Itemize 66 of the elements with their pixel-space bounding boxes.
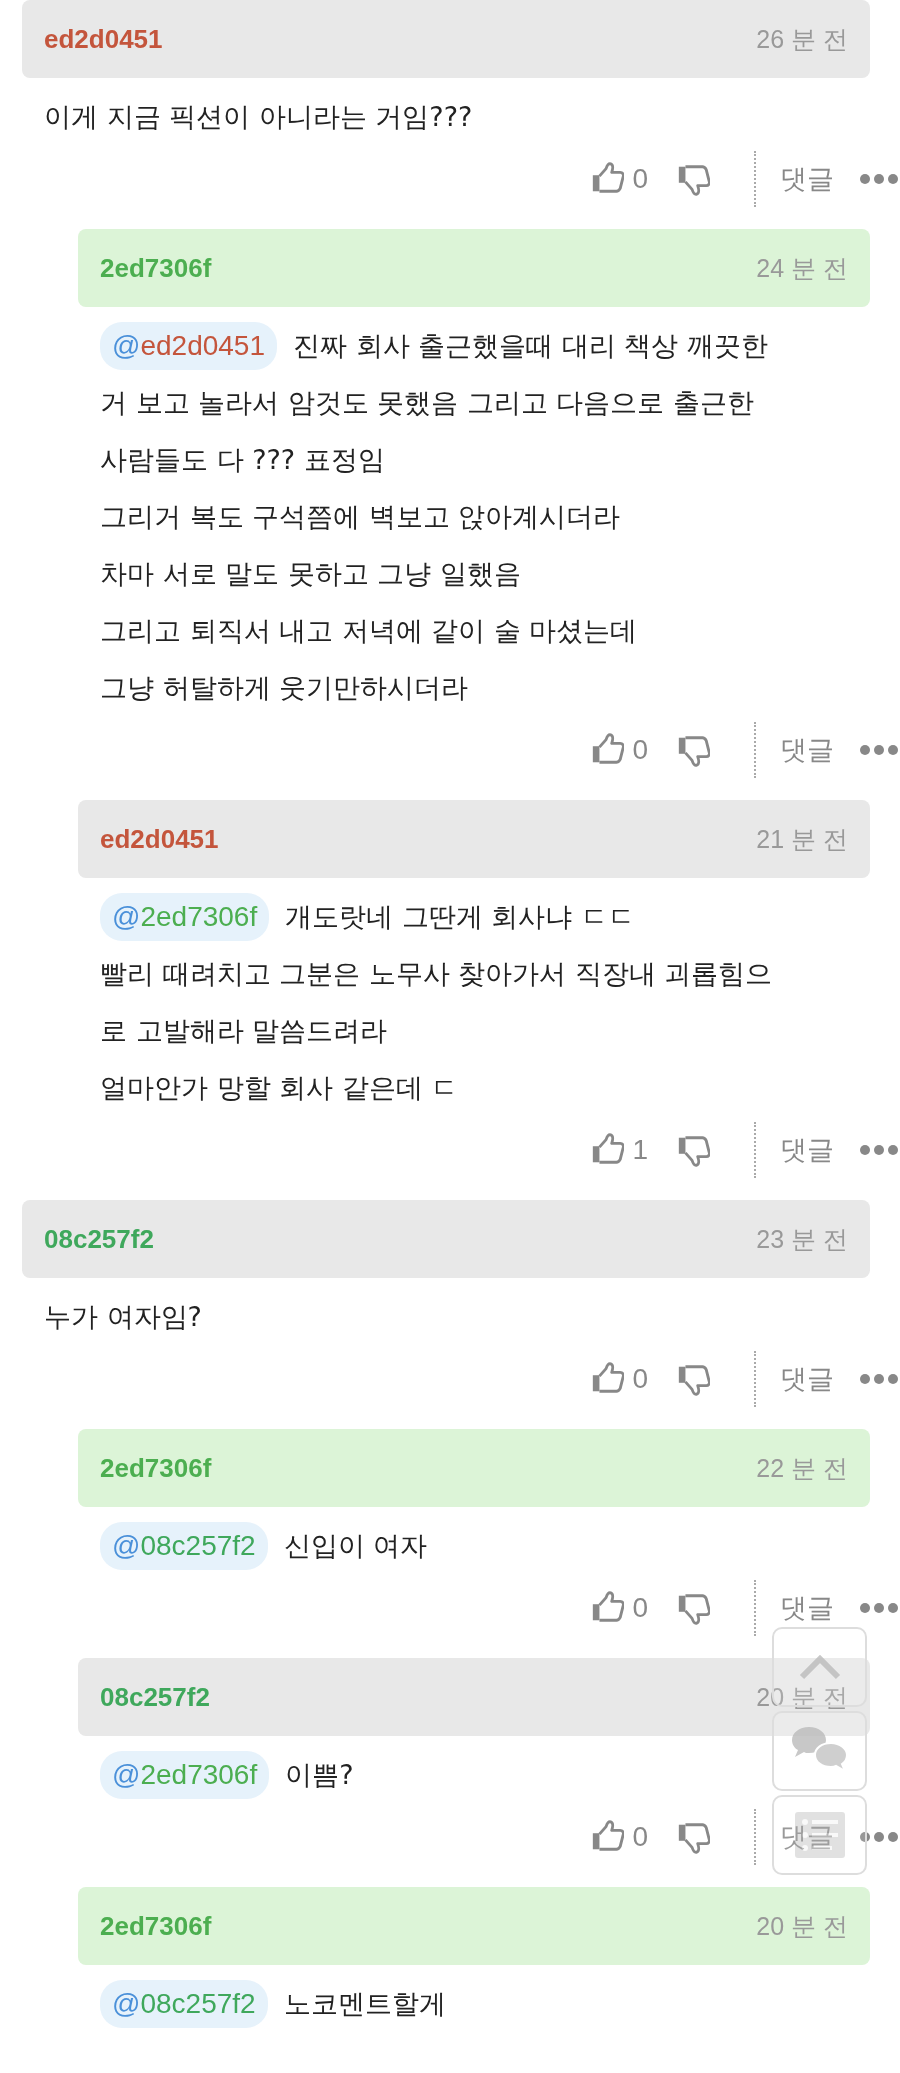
mention-tag[interactable]: @08c257f2 xyxy=(100,1522,268,1570)
thumbs-up-icon[interactable] xyxy=(590,1591,625,1625)
mention-tag[interactable]: @2ed7306f xyxy=(100,1751,270,1799)
comment-text: 빨리 때려치고 그분은 노무사 찾아가서 직장내 괴롭힘으 xyxy=(100,958,773,989)
like-count: 0 xyxy=(632,163,648,195)
comment-text: 이쁨? xyxy=(285,1759,354,1790)
mention-tag[interactable]: @2ed7306f xyxy=(100,893,270,941)
timestamp: 22 분 전 xyxy=(756,1452,848,1484)
mention-tag[interactable]: @ed2d0451 xyxy=(100,322,277,370)
comment-text: 진짜 회사 출근했을때 대리 책상 깨끗한 xyxy=(293,330,768,361)
more-icon[interactable] xyxy=(860,1374,898,1384)
username[interactable]: 08c257f2 xyxy=(100,1681,210,1713)
thumbs-down-icon[interactable] xyxy=(676,1362,710,1396)
like-count: 0 xyxy=(632,734,648,766)
username[interactable]: 2ed7306f xyxy=(100,252,212,284)
like-count: 1 xyxy=(632,1134,648,1166)
comment-text: 개도랏네 그딴게 회사냐 ㄷㄷ xyxy=(285,901,635,932)
comment-text: 그리거 복도 구석쯤에 벽보고 앉아계시더라 xyxy=(100,501,621,532)
more-icon[interactable] xyxy=(860,1603,898,1613)
thumbs-down-icon[interactable] xyxy=(676,733,710,767)
comment-text: 그냥 허탈하게 웃기만하시더라 xyxy=(100,672,469,703)
comment-text: 거 보고 놀라서 암것도 못했음 그리고 다음으로 출근한 xyxy=(100,387,755,418)
username[interactable]: 2ed7306f xyxy=(100,1452,212,1484)
timestamp: 26 분 전 xyxy=(756,23,848,55)
reply-link[interactable]: 댓글 xyxy=(754,151,834,207)
mention-tag[interactable]: @08c257f2 xyxy=(100,1980,268,2028)
reply-link[interactable]: 댓글 xyxy=(754,722,834,778)
reply-link[interactable]: 댓글 xyxy=(754,1580,834,1636)
reply-link[interactable]: 댓글 xyxy=(754,1351,834,1407)
more-icon[interactable] xyxy=(860,1145,898,1155)
timestamp: 23 분 전 xyxy=(756,1223,848,1255)
thumbs-up-icon[interactable] xyxy=(590,1362,625,1396)
thumbs-down-icon[interactable] xyxy=(676,1591,710,1625)
comment-text: 누가 여자임? xyxy=(44,1301,202,1332)
username[interactable]: 08c257f2 xyxy=(44,1223,154,1255)
timestamp: 21 분 전 xyxy=(756,823,848,855)
chevron-up-icon xyxy=(797,1654,842,1680)
timestamp: 24 분 전 xyxy=(756,252,848,284)
comment-text: 로 고발해라 말씀드려라 xyxy=(100,1015,388,1046)
comment-text: 차마 서로 말도 못하고 그냥 일했음 xyxy=(100,558,521,589)
comment-text: 이게 지금 픽션이 아니라는 거임??? xyxy=(44,101,473,132)
list-button[interactable] xyxy=(772,1795,867,1875)
timestamp: 20 분 전 xyxy=(756,1910,848,1942)
comment-text: 얼마안가 망할 회사 같은데 ㄷ xyxy=(100,1072,459,1103)
comment-text: 노코멘트할게 xyxy=(283,1988,446,2019)
username[interactable]: ed2d0451 xyxy=(100,823,219,855)
reply-link[interactable]: 댓글 xyxy=(754,1122,834,1178)
username[interactable]: ed2d0451 xyxy=(44,23,163,55)
comment-text: 그리고 퇴직서 내고 저녁에 같이 술 마셨는데 xyxy=(100,615,638,646)
comment-text: 신입이 여자 xyxy=(283,1530,428,1561)
thumbs-up-icon[interactable] xyxy=(590,1133,625,1167)
thumbs-up-icon[interactable] xyxy=(590,162,625,196)
more-icon[interactable] xyxy=(860,174,898,184)
thumbs-up-icon[interactable] xyxy=(590,733,625,767)
like-count: 0 xyxy=(632,1592,648,1624)
thumbs-down-icon[interactable] xyxy=(676,1820,710,1854)
like-count: 0 xyxy=(632,1821,648,1853)
username[interactable]: 2ed7306f xyxy=(100,1910,212,1942)
reply-link[interactable]: 댓글 xyxy=(754,1809,834,1865)
more-icon[interactable] xyxy=(860,1832,898,1842)
thumbs-up-icon[interactable] xyxy=(590,1820,625,1854)
thumbs-down-icon[interactable] xyxy=(676,1133,710,1167)
more-icon[interactable] xyxy=(860,745,898,755)
like-count: 0 xyxy=(632,1363,648,1395)
comment-text: 사람들도 다 ??? 표정임 xyxy=(100,444,385,475)
thumbs-down-icon[interactable] xyxy=(676,162,710,196)
